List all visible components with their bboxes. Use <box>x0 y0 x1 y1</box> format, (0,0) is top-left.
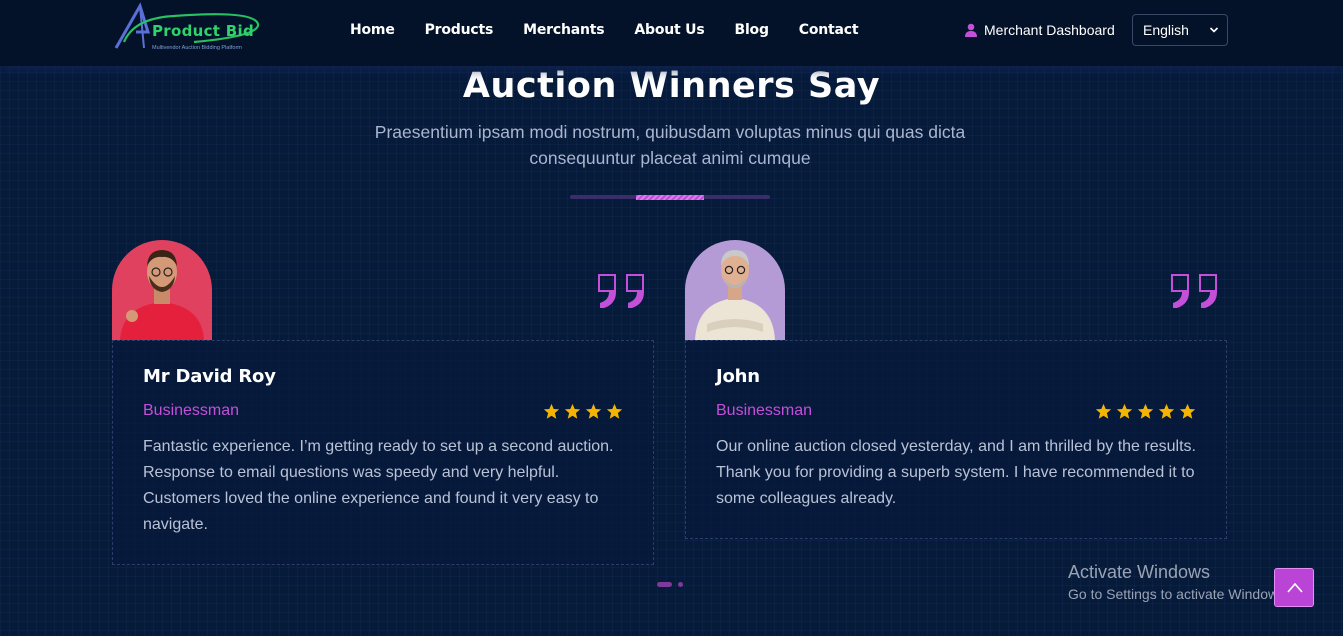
star-icon <box>1116 403 1133 419</box>
section-subtitle: Praesentium ipsam modi nostrum, quibusda… <box>374 122 966 168</box>
avatar <box>112 240 212 340</box>
quote-icon <box>1171 274 1217 308</box>
user-icon <box>965 23 977 37</box>
star-icon <box>1179 403 1196 419</box>
activation-subtitle: Go to Settings to activate Windows. <box>1068 586 1289 602</box>
activation-title: Activate Windows <box>1068 562 1211 582</box>
testimonial-text: Our online auction closed yesterday, and… <box>716 438 1196 507</box>
nav-home[interactable]: Home <box>350 22 395 38</box>
star-icon <box>1137 403 1154 419</box>
rating-stars <box>539 403 623 420</box>
nav-products[interactable]: Products <box>425 22 494 38</box>
testimonial-card: John Businessman Our online auction clos… <box>685 340 1227 539</box>
language-select-value: English <box>1143 22 1189 38</box>
testimonial-role: Businessman <box>143 402 240 419</box>
nav-merchants[interactable]: Merchants <box>523 22 604 38</box>
star-icon <box>564 403 581 419</box>
avatar-person-image <box>112 240 212 340</box>
language-select[interactable]: English <box>1132 14 1228 46</box>
merchant-dashboard-label: Merchant Dashboard <box>984 22 1115 38</box>
section-title: Auction Winners Say <box>462 66 881 106</box>
merchant-dashboard-link[interactable]: Merchant Dashboard <box>964 22 1115 38</box>
chevron-up-icon <box>1287 582 1303 593</box>
testimonial-text: Fantastic experience. I’m getting ready … <box>143 438 614 533</box>
scroll-to-top-button[interactable] <box>1274 568 1314 607</box>
quote-icon <box>598 274 644 308</box>
carousel-dot-active[interactable] <box>657 582 672 587</box>
logo-tagline: Multivendor Auction Bidding Platform <box>152 45 242 51</box>
star-icon <box>585 403 602 419</box>
star-icon <box>543 403 560 419</box>
carousel-dot[interactable] <box>678 582 683 587</box>
section-divider <box>570 194 770 200</box>
nav-about-us[interactable]: About Us <box>634 22 704 38</box>
star-icon <box>606 403 623 419</box>
testimonial-name: John <box>716 366 760 387</box>
site-logo[interactable]: Product Bid Multivendor Auction Bidding … <box>114 2 264 58</box>
star-icon <box>1158 403 1175 419</box>
nav-contact[interactable]: Contact <box>799 22 859 38</box>
section-divider-accent <box>636 194 704 200</box>
logo-text: Product Bid <box>152 22 255 40</box>
star-icon <box>1095 403 1112 419</box>
avatar <box>685 240 785 340</box>
avatar-person-image <box>685 240 785 340</box>
main-nav: Home Products Merchants About Us Blog Co… <box>350 22 888 38</box>
windows-activation-watermark: Activate Windows Go to Settings to activ… <box>1068 562 1289 602</box>
testimonial-role: Businessman <box>716 402 813 419</box>
site-header: Product Bid Multivendor Auction Bidding … <box>0 0 1343 66</box>
testimonial-name: Mr David Roy <box>143 366 276 387</box>
carousel-pagination <box>657 582 683 587</box>
chevron-down-icon <box>1209 27 1219 33</box>
nav-blog[interactable]: Blog <box>734 22 769 38</box>
testimonial-card: Mr David Roy Businessman Fantastic exper… <box>112 340 654 565</box>
rating-stars <box>1091 403 1196 420</box>
